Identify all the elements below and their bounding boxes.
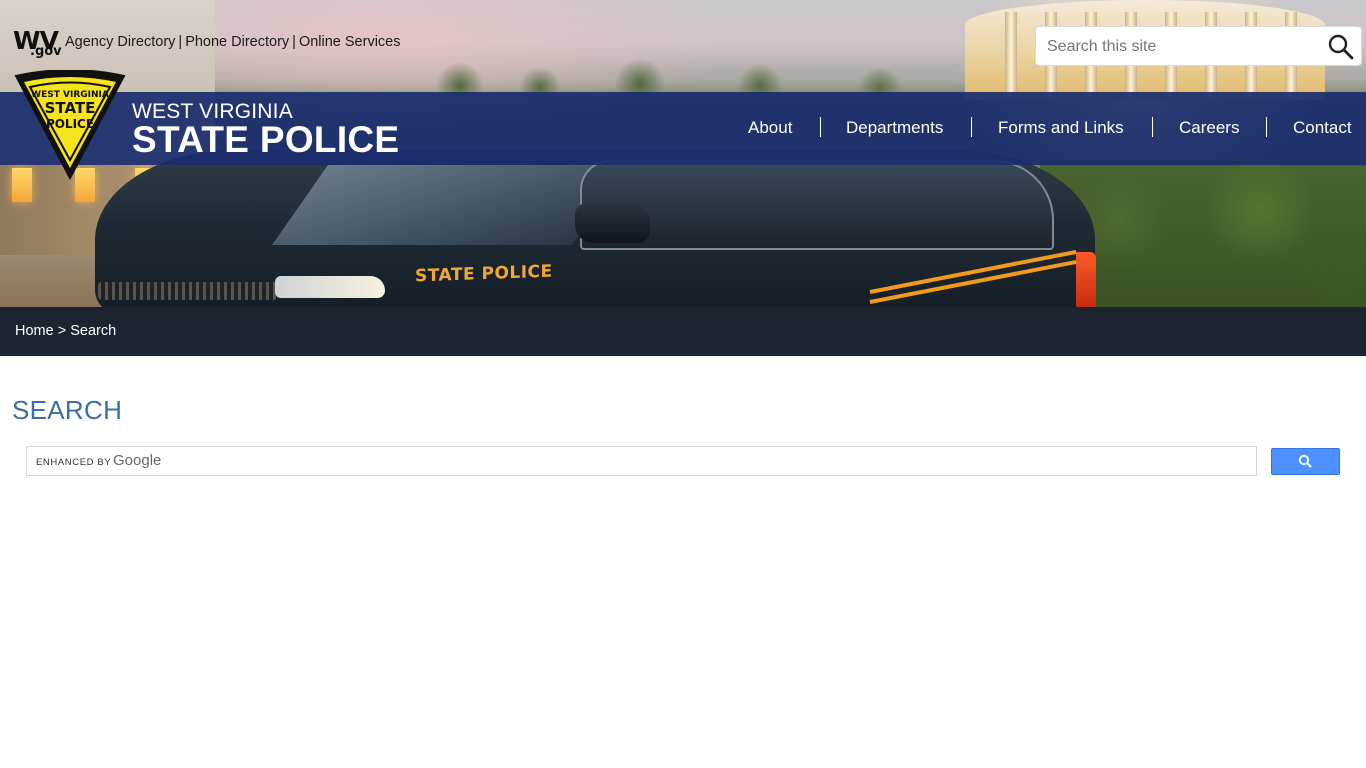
google-search-box: ENHANCED BY Google — [26, 446, 1257, 476]
nav-divider — [820, 117, 821, 137]
google-search-button[interactable] — [1271, 448, 1340, 475]
nav-contact[interactable]: Contact — [1293, 117, 1352, 139]
nav-divider — [1152, 117, 1153, 137]
breadcrumb-bar — [0, 307, 1366, 356]
svg-text:POLICE: POLICE — [46, 117, 94, 131]
enhanced-by-label: ENHANCED BY — [36, 457, 112, 468]
magnifier-icon — [1328, 34, 1354, 60]
svg-text:STATE: STATE — [45, 99, 96, 117]
google-search-input[interactable] — [177, 451, 1241, 473]
phone-directory-link[interactable]: Phone Directory — [185, 34, 289, 50]
wv-gov-logo[interactable]: WV .gov — [13, 26, 62, 60]
nav-forms-and-links[interactable]: Forms and Links — [998, 117, 1124, 139]
breadcrumb: Home > Search — [15, 323, 116, 339]
nav-divider — [1266, 117, 1267, 137]
breadcrumb-current: Search — [70, 323, 117, 339]
nav-divider — [971, 117, 972, 137]
agency-directory-link[interactable]: Agency Directory — [65, 34, 175, 50]
breadcrumb-separator: > — [57, 323, 67, 339]
state-police-badge[interactable]: WEST VIRGINIA STATE POLICE — [12, 69, 128, 182]
utility-links: Agency Directory | Phone Directory | Online … — [65, 34, 401, 50]
site-search-button[interactable] — [1325, 31, 1357, 63]
nav-departments[interactable]: Departments — [846, 117, 943, 139]
magnifier-icon — [1298, 454, 1312, 468]
nav-about[interactable]: About — [748, 117, 792, 139]
google-logo: Google — [113, 452, 162, 469]
nav-careers[interactable]: Careers — [1179, 117, 1239, 139]
breadcrumb-home-link[interactable]: Home — [15, 323, 54, 339]
online-services-link[interactable]: Online Services — [299, 34, 401, 50]
site-search-input[interactable] — [1045, 35, 1319, 59]
site-search-box — [1035, 26, 1362, 66]
page-title: SEARCH — [12, 395, 123, 425]
agency-title[interactable]: STATE POLICE — [132, 119, 399, 161]
